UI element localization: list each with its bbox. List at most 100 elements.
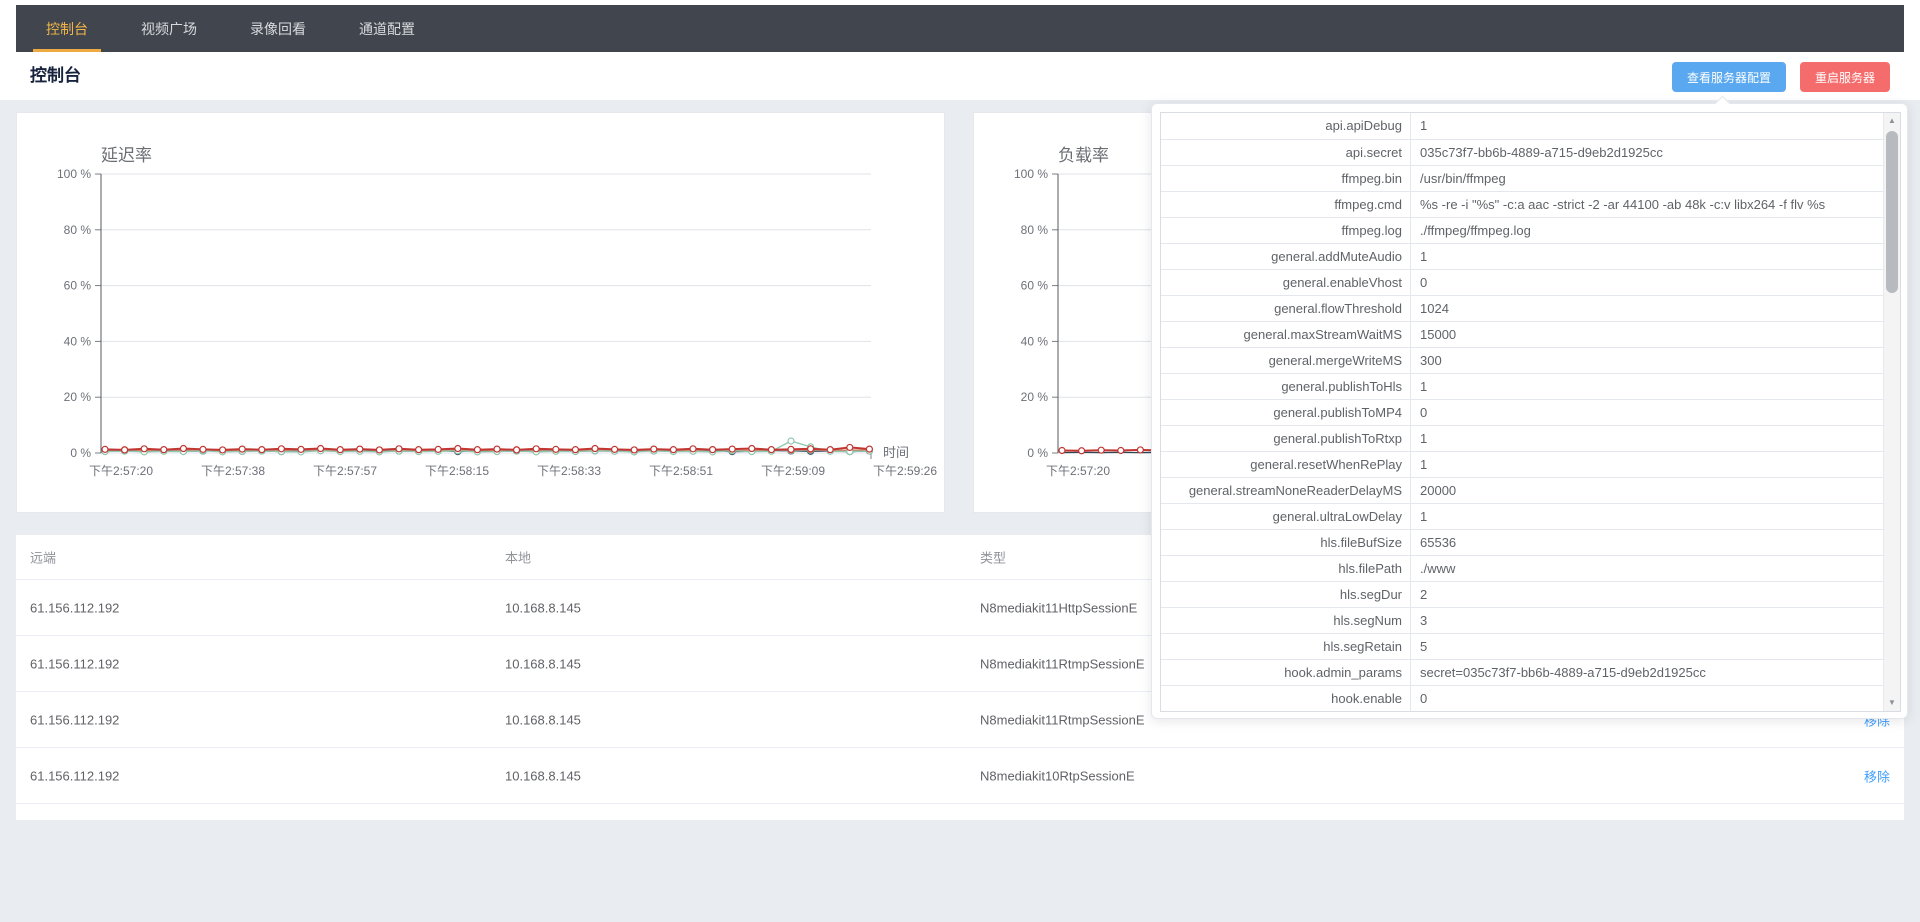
config-key: general.ultraLowDelay: [1161, 504, 1411, 529]
config-row: api.secret 035c73f7-bb6b-4889-a715-d9eb2d…: [1161, 139, 1900, 165]
svg-text:时间: 时间: [883, 445, 909, 460]
config-value: 20000: [1420, 478, 1882, 503]
config-value: 0: [1420, 686, 1882, 711]
config-value: %s -re -i "%s" -c:a aac -strict -2 -ar 4…: [1420, 192, 1882, 217]
config-key: hls.segDur: [1161, 582, 1411, 607]
config-row: general.mergeWriteMS 300: [1161, 347, 1900, 373]
config-row: hook.admin_paramssecret=035c73f7-bb6b-48…: [1161, 659, 1900, 685]
config-row: hls.filePath./www: [1161, 555, 1900, 581]
config-row: general.resetWhenRePlay1: [1161, 451, 1900, 477]
config-value: 65536: [1420, 530, 1882, 555]
config-value: 15000: [1420, 322, 1882, 347]
config-value: 2: [1420, 582, 1882, 607]
remove-link[interactable]: 移除: [1864, 766, 1890, 785]
config-scrollbar[interactable]: ▲▼: [1883, 113, 1900, 711]
cell-local: 10.168.8.145: [505, 768, 581, 783]
cell-remote: 61.156.112.192: [30, 600, 119, 615]
config-row: general.publishToMP40: [1161, 399, 1900, 425]
svg-text:60 %: 60 %: [64, 279, 92, 293]
cell-remote: 61.156.112.192: [30, 656, 119, 671]
latency-chart: 延迟率100 %80 %60 %40 %20 %0 %下午2:57:20下午2:…: [17, 113, 946, 514]
svg-text:20 %: 20 %: [1021, 390, 1049, 404]
config-row: general.publishToRtxp 1: [1161, 425, 1900, 451]
header-actions: 查看服务器配置 重启服务器: [1672, 62, 1890, 92]
scroll-down-icon[interactable]: ▼: [1884, 695, 1900, 711]
config-key: api.secret: [1161, 140, 1411, 165]
config-row: general.flowThreshold 1024: [1161, 295, 1900, 321]
config-key: ffmpeg.bin: [1161, 166, 1411, 191]
config-key: hls.fileBufSize: [1161, 530, 1411, 555]
config-value: 300: [1420, 348, 1882, 373]
svg-text:0 %: 0 %: [1027, 446, 1048, 460]
config-value: /usr/bin/ffmpeg: [1420, 166, 1882, 191]
config-key: hls.segRetain: [1161, 634, 1411, 659]
svg-text:下午2:59:09: 下午2:59:09: [761, 464, 825, 478]
config-row: hook.enable 0: [1161, 685, 1900, 711]
config-key: general.publishToRtxp: [1161, 426, 1411, 451]
svg-text:100 %: 100 %: [1014, 167, 1048, 181]
config-key: general.flowThreshold: [1161, 296, 1411, 321]
nav-tab-1[interactable]: 视频广场: [128, 5, 210, 52]
config-value: 035c73f7-bb6b-4889-a715-d9eb2d1925cc: [1420, 140, 1882, 165]
config-value: 1024: [1420, 296, 1882, 321]
config-row: hls.segNum3: [1161, 607, 1900, 633]
svg-text:100 %: 100 %: [57, 167, 91, 181]
svg-text:下午2:59:26: 下午2:59:26: [873, 464, 937, 478]
svg-text:60 %: 60 %: [1021, 279, 1049, 293]
config-key: ffmpeg.cmd: [1161, 192, 1411, 217]
svg-text:下午2:58:15: 下午2:58:15: [425, 464, 489, 478]
cell-type: N8mediakit11RtmpSessionE: [980, 712, 1145, 727]
config-value: 1: [1420, 113, 1882, 139]
top-nav: 控制台视频广场录像回看通道配置: [16, 5, 1904, 52]
config-value: ./www: [1420, 556, 1882, 581]
svg-text:0 %: 0 %: [70, 446, 91, 460]
config-row: ffmpeg.bin/usr/bin/ffmpeg: [1161, 165, 1900, 191]
cell-remote: 61.156.112.192: [30, 712, 119, 727]
cell-local: 10.168.8.145: [505, 712, 581, 727]
svg-text:延迟率: 延迟率: [101, 146, 152, 165]
nav-tab-2[interactable]: 录像回看: [237, 5, 319, 52]
config-value: 1: [1420, 504, 1882, 529]
config-value: 0: [1420, 400, 1882, 425]
svg-text:下午2:57:38: 下午2:57:38: [201, 464, 265, 478]
svg-text:80 %: 80 %: [64, 223, 92, 237]
config-row: general.addMuteAudio1: [1161, 243, 1900, 269]
cell-remote: 61.156.112.192: [30, 768, 119, 783]
config-value: secret=035c73f7-bb6b-4889-a715-d9eb2d192…: [1420, 660, 1882, 685]
cell-type: N8mediakit11RtmpSessionE: [980, 656, 1145, 671]
server-config-popover: api.apiDebug 1 api.secret 035c73f7-bb6b-488…: [1151, 103, 1908, 719]
config-value: 1: [1420, 374, 1882, 399]
config-row: general.ultraLowDelay 1: [1161, 503, 1900, 529]
nav-tab-3[interactable]: 通道配置: [346, 5, 428, 52]
svg-text:20 %: 20 %: [64, 390, 92, 404]
config-row: hls.segDur 2: [1161, 581, 1900, 607]
config-key: general.resetWhenRePlay: [1161, 452, 1411, 477]
svg-text:下午2:57:20: 下午2:57:20: [1046, 464, 1110, 478]
scroll-up-icon[interactable]: ▲: [1884, 113, 1900, 129]
config-row: hls.segRetain5: [1161, 633, 1900, 659]
svg-text:40 %: 40 %: [1021, 334, 1049, 348]
config-key: hls.segNum: [1161, 608, 1411, 633]
config-key: hook.enable: [1161, 686, 1411, 711]
config-key: general.enableVhost: [1161, 270, 1411, 295]
config-value: 1: [1420, 426, 1882, 451]
nav-tab-0[interactable]: 控制台: [33, 5, 101, 52]
cell-type: N8mediakit11HttpSessionE: [980, 600, 1137, 615]
config-key: general.streamNoneReaderDelayMS: [1161, 478, 1411, 503]
server-config-table: api.apiDebug 1 api.secret 035c73f7-bb6b-488…: [1160, 112, 1901, 712]
svg-text:下午2:58:51: 下午2:58:51: [649, 464, 713, 478]
config-key: general.mergeWriteMS: [1161, 348, 1411, 373]
config-key: general.addMuteAudio: [1161, 244, 1411, 269]
config-key: general.maxStreamWaitMS: [1161, 322, 1411, 347]
config-row: general.maxStreamWaitMS 15000: [1161, 321, 1900, 347]
svg-text:下午2:57:57: 下午2:57:57: [313, 464, 377, 478]
config-value: 0: [1420, 270, 1882, 295]
column-header: 类型: [980, 548, 1006, 567]
config-key: api.apiDebug: [1161, 113, 1411, 139]
svg-text:负载率: 负载率: [1058, 146, 1109, 165]
svg-text:下午2:57:20: 下午2:57:20: [89, 464, 153, 478]
view-server-config-button[interactable]: 查看服务器配置: [1672, 62, 1786, 92]
config-key: ffmpeg.log: [1161, 218, 1411, 243]
scrollbar-thumb[interactable]: [1886, 131, 1898, 293]
restart-server-button[interactable]: 重启服务器: [1800, 62, 1890, 92]
